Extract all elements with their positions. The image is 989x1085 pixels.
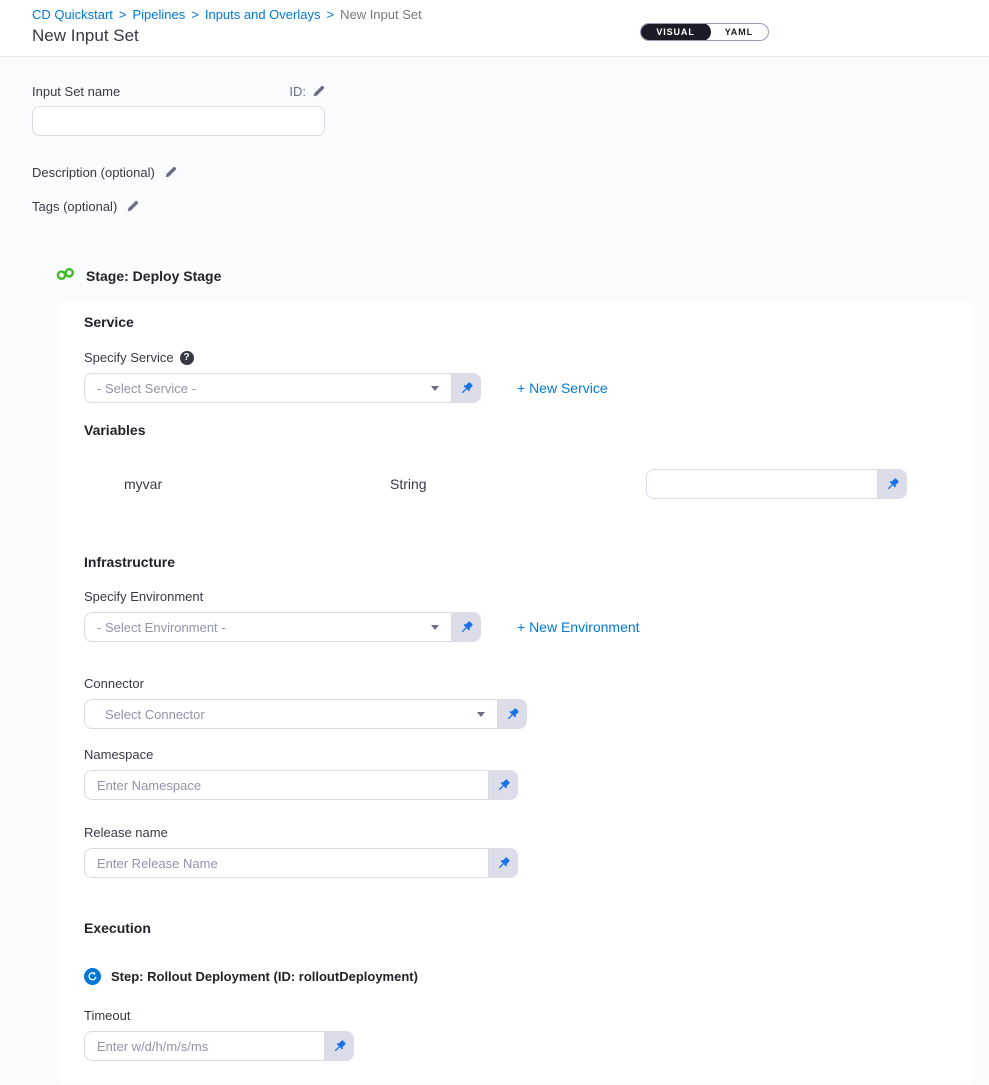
breadcrumb-current: New Input Set <box>340 7 422 22</box>
stage-inputs-card: Service Specify Service ? - Select Servi… <box>60 301 972 1083</box>
breadcrumb-separator: > <box>326 7 334 22</box>
service-select-placeholder: - Select Service - <box>97 381 196 396</box>
infrastructure-section-header: Infrastructure <box>84 554 948 570</box>
edit-description-pencil-icon[interactable] <box>164 166 177 179</box>
chevron-down-icon <box>431 386 439 391</box>
breadcrumb-pipelines[interactable]: Pipelines <box>133 7 186 22</box>
edit-tags-pencil-icon[interactable] <box>126 200 139 213</box>
pin-icon <box>885 477 900 492</box>
chevron-down-icon <box>477 712 485 717</box>
service-select[interactable]: - Select Service - <box>84 373 452 403</box>
breadcrumb: CD Quickstart > Pipelines > Inputs and O… <box>32 7 989 22</box>
edit-id-pencil-icon[interactable] <box>312 85 325 98</box>
specify-environment-label: Specify Environment <box>84 589 203 604</box>
breadcrumb-separator: > <box>191 7 199 22</box>
timeout-runtime-pin-button[interactable] <box>325 1031 354 1061</box>
service-runtime-pin-button[interactable] <box>452 373 481 403</box>
variables-section-header: Variables <box>84 422 948 438</box>
execution-section-header: Execution <box>84 920 948 936</box>
connector-label: Connector <box>84 676 144 691</box>
variable-name: myvar <box>124 476 390 492</box>
tab-visual[interactable]: VISUAL <box>640 23 710 41</box>
breadcrumb-inputs-overlays[interactable]: Inputs and Overlays <box>205 7 321 22</box>
visual-yaml-toggle: VISUAL YAML <box>640 23 769 41</box>
environment-runtime-pin-button[interactable] <box>452 612 481 642</box>
pin-icon <box>496 778 511 793</box>
variable-runtime-pin-button[interactable] <box>878 469 907 499</box>
page-header: CD Quickstart > Pipelines > Inputs and O… <box>0 0 989 57</box>
connector-runtime-pin-button[interactable] <box>498 699 527 729</box>
environment-select[interactable]: - Select Environment - <box>84 612 452 642</box>
variable-value-field[interactable] <box>646 469 878 499</box>
description-label: Description (optional) <box>32 165 155 180</box>
step-title: Step: Rollout Deployment (ID: rolloutDep… <box>111 969 418 984</box>
pin-icon <box>459 381 474 396</box>
rollout-step-icon <box>84 968 101 985</box>
pin-icon <box>505 707 520 722</box>
namespace-field[interactable] <box>84 770 489 800</box>
page-title: New Input Set <box>32 26 989 46</box>
pin-icon <box>332 1039 347 1054</box>
help-icon[interactable]: ? <box>180 351 194 365</box>
timeout-field[interactable] <box>84 1031 325 1061</box>
pin-icon <box>496 856 511 871</box>
namespace-runtime-pin-button[interactable] <box>489 770 518 800</box>
input-set-name-field[interactable] <box>32 106 325 136</box>
cd-stage-icon <box>56 267 75 284</box>
environment-select-placeholder: - Select Environment - <box>97 620 226 635</box>
variable-row: myvar String <box>124 469 948 499</box>
tab-yaml[interactable]: YAML <box>710 24 768 40</box>
input-set-name-label: Input Set name <box>32 84 120 99</box>
step-header: Step: Rollout Deployment (ID: rolloutDep… <box>84 968 948 985</box>
stage-header: Stage: Deploy Stage <box>56 267 989 284</box>
connector-select[interactable]: Select Connector <box>84 699 498 729</box>
release-runtime-pin-button[interactable] <box>489 848 518 878</box>
tags-label: Tags (optional) <box>32 199 117 214</box>
new-environment-link[interactable]: + New Environment <box>517 619 640 635</box>
input-set-meta-form: Input Set name ID: Description (optional… <box>0 57 989 214</box>
connector-select-placeholder: Select Connector <box>105 707 205 722</box>
breadcrumb-cd-quickstart[interactable]: CD Quickstart <box>32 7 113 22</box>
chevron-down-icon <box>431 625 439 630</box>
stage-title: Stage: Deploy Stage <box>86 268 221 284</box>
variable-type: String <box>390 476 646 492</box>
pin-icon <box>459 620 474 635</box>
namespace-label: Namespace <box>84 747 153 762</box>
breadcrumb-separator: > <box>119 7 127 22</box>
id-label: ID: <box>289 84 306 99</box>
specify-service-label: Specify Service <box>84 350 174 365</box>
release-name-field[interactable] <box>84 848 489 878</box>
release-name-label: Release name <box>84 825 168 840</box>
service-section-header: Service <box>84 314 948 330</box>
timeout-label: Timeout <box>84 1008 130 1023</box>
new-service-link[interactable]: + New Service <box>517 380 608 396</box>
